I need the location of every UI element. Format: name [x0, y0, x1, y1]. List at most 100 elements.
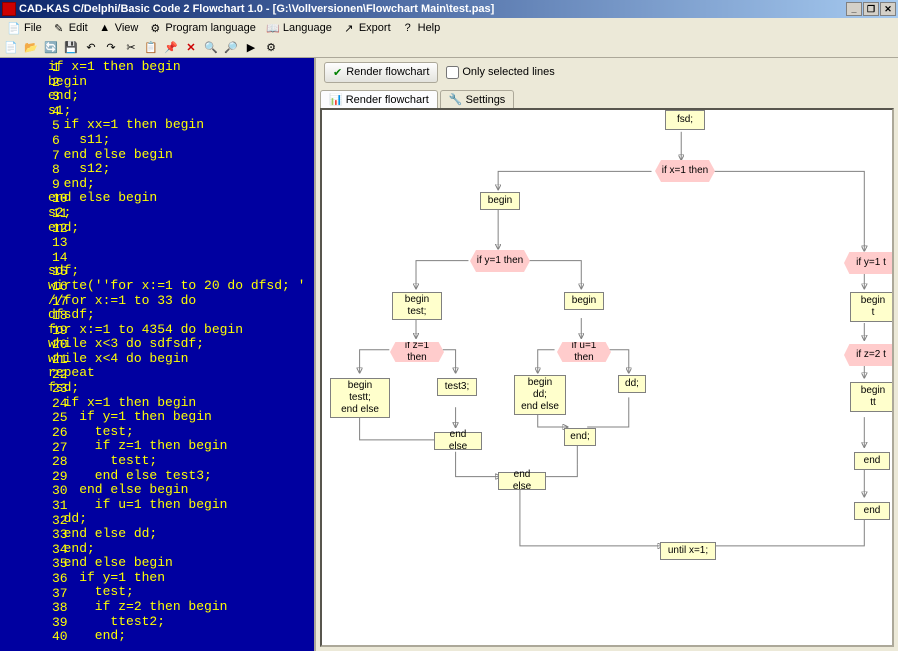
reload-button[interactable]: 🔄 [42, 39, 60, 57]
code-line[interactable]: end; [48, 542, 314, 557]
code-line[interactable]: if y=1 then begin [48, 410, 314, 425]
delete-button[interactable]: ✕ [182, 39, 200, 57]
menu-edit[interactable]: ✎Edit [47, 19, 93, 37]
line-number: 39 [52, 615, 68, 630]
line-number: 2 [52, 75, 60, 90]
code-line[interactable]: if z=2 then begin [48, 600, 314, 615]
code-line[interactable]: end else test3; [48, 469, 314, 484]
line-number: 14 [52, 250, 68, 265]
menu-programlang[interactable]: ⚙Program language [143, 19, 261, 37]
code-line[interactable]: if x=1 then begin [48, 396, 314, 411]
code-line[interactable]: //for x:=1 to 33 do [48, 294, 314, 309]
code-editor[interactable]: 1if x=1 then begin2begin3end;4s1;5 if xx… [0, 58, 314, 651]
save-button[interactable]: 💾 [62, 39, 80, 57]
code-line[interactable]: end; [48, 177, 314, 192]
code-line[interactable]: fsd; [48, 381, 314, 396]
render-button[interactable]: ▶ [242, 39, 260, 57]
code-line[interactable]: end; [48, 629, 314, 644]
code-line[interactable]: test; [48, 585, 314, 600]
code-text: while x<4 do begin [48, 352, 188, 367]
code-text: if y=1 then begin [48, 410, 212, 425]
menu-view[interactable]: ▲View [93, 19, 144, 37]
fc-begintt: begin tt [850, 382, 894, 412]
line-number: 5 [52, 118, 60, 133]
code-line[interactable]: testt; [48, 454, 314, 469]
line-number: 12 [52, 221, 68, 236]
code-line[interactable]: if z=1 then begin [48, 439, 314, 454]
code-line[interactable]: end else dd; [48, 527, 314, 542]
maximize-button[interactable]: ❐ [863, 2, 879, 16]
menu-file[interactable]: 📄File [2, 19, 47, 37]
code-line[interactable]: end else begin [48, 483, 314, 498]
code-line[interactable]: end else begin [48, 191, 314, 206]
code-line[interactable]: for x:=1 to 4354 do begin [48, 323, 314, 338]
code-line[interactable] [48, 250, 314, 265]
line-number: 17 [52, 294, 68, 309]
code-text: if xx=1 then begin [48, 118, 204, 133]
settings-icon: 🔧 [449, 93, 463, 106]
code-line[interactable]: if x=1 then begin [48, 60, 314, 75]
flowchart-canvas[interactable]: fsd; if x=1 then begin if y=1 then begin… [320, 108, 894, 647]
code-line[interactable]: test; [48, 425, 314, 440]
code-icon: ⚙ [148, 21, 162, 35]
minimize-button[interactable]: _ [846, 2, 862, 16]
code-line[interactable]: s1; [48, 104, 314, 119]
code-line[interactable]: if y=1 then [48, 571, 314, 586]
line-number: 20 [52, 337, 68, 352]
cut-button[interactable]: ✂ [122, 39, 140, 57]
line-number: 40 [52, 629, 68, 644]
code-line[interactable]: if u=1 then begin [48, 498, 314, 513]
open-button[interactable]: 📂 [22, 39, 40, 57]
menu-export[interactable]: ↗Export [337, 19, 396, 37]
code-text: if z=1 then begin [48, 439, 227, 454]
code-text: end else test3; [48, 469, 212, 484]
code-line[interactable]: while x<4 do begin [48, 352, 314, 367]
code-line[interactable] [48, 235, 314, 250]
code-line[interactable]: if xx=1 then begin [48, 118, 314, 133]
copy-button[interactable]: 📋 [142, 39, 160, 57]
undo-button[interactable]: ↶ [82, 39, 100, 57]
check-icon: ✔ [333, 66, 342, 79]
fc-test3: test3; [437, 378, 477, 396]
code-text: end else begin [48, 483, 188, 498]
code-line[interactable]: end; [48, 221, 314, 236]
only-selected-checkbox[interactable] [446, 66, 459, 79]
code-line[interactable]: end else begin [48, 556, 314, 571]
find-button[interactable]: 🔍 [202, 39, 220, 57]
titlebar: CAD-KAS C/Delphi/Basic Code 2 Flowchart … [0, 0, 898, 18]
code-line[interactable]: while x<3 do sdfsdf; [48, 337, 314, 352]
line-number: 32 [52, 513, 68, 528]
code-line[interactable]: end else begin [48, 148, 314, 163]
line-number: 10 [52, 191, 68, 206]
line-number: 8 [52, 162, 60, 177]
code-line[interactable]: begin [48, 75, 314, 90]
code-line[interactable]: ttest2; [48, 615, 314, 630]
code-line[interactable]: sdf; [48, 264, 314, 279]
findnext-button[interactable]: 🔎 [222, 39, 240, 57]
close-button[interactable]: ✕ [880, 2, 896, 16]
redo-button[interactable]: ↷ [102, 39, 120, 57]
menu-help[interactable]: ?Help [396, 19, 446, 37]
code-line[interactable]: dfsdf; [48, 308, 314, 323]
line-number: 3 [52, 89, 60, 104]
menu-language[interactable]: 📖Language [261, 19, 337, 37]
code-line[interactable]: end; [48, 89, 314, 104]
code-line[interactable]: wirte(''for x:=1 to 20 do dfsd; ' [48, 279, 314, 294]
line-number: 4 [52, 104, 60, 119]
code-line[interactable]: dd; [48, 512, 314, 527]
tab-settings[interactable]: 🔧Settings [440, 90, 514, 108]
line-number: 31 [52, 498, 68, 513]
code-line[interactable]: s2; [48, 206, 314, 221]
line-number: 26 [52, 425, 68, 440]
new-button[interactable]: 📄 [2, 39, 20, 57]
paste-button[interactable]: 📌 [162, 39, 180, 57]
code-line[interactable]: s12; [48, 162, 314, 177]
tab-render-flowchart[interactable]: 📊Render flowchart [320, 90, 438, 108]
settings-button[interactable]: ⚙ [262, 39, 280, 57]
code-line[interactable]: s11; [48, 133, 314, 148]
lang-icon: 📖 [266, 21, 280, 35]
render-flowchart-button[interactable]: ✔ Render flowchart [324, 62, 438, 83]
line-number: 15 [52, 264, 68, 279]
line-number: 30 [52, 483, 68, 498]
code-line[interactable]: repeat [48, 366, 314, 381]
